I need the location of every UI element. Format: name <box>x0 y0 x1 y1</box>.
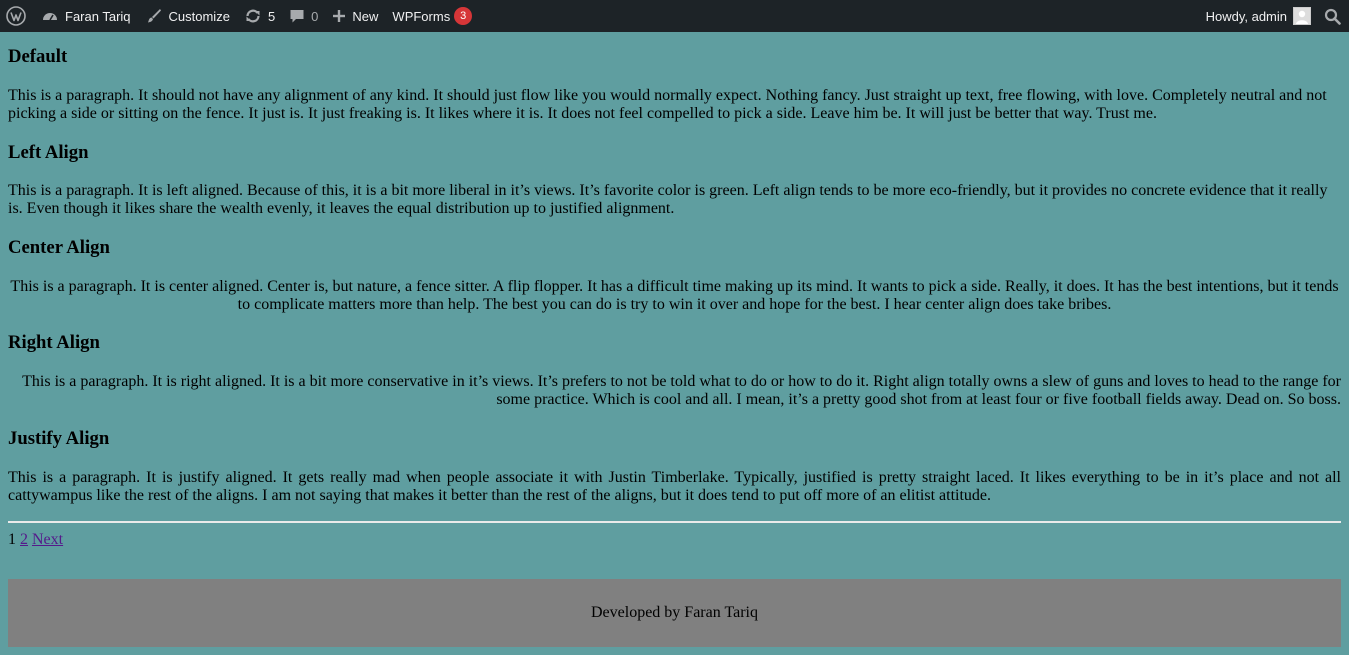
wpforms-notification-badge: 3 <box>454 7 473 25</box>
comment-icon <box>290 10 304 23</box>
admin-bar: Faran Tariq Customize 5 0 New WPForms 3 … <box>0 0 1349 32</box>
wordpress-logo-icon <box>6 6 26 26</box>
comments-link[interactable]: 0 <box>282 0 325 32</box>
account-menu[interactable]: Howdy, admin <box>1199 0 1318 32</box>
section-heading-justify-align: Justify Align <box>8 428 110 449</box>
plus-icon <box>333 10 346 22</box>
new-content-menu[interactable]: New <box>325 0 385 32</box>
section-heading-right-align: Right Align <box>8 332 100 353</box>
customize-label: Customize <box>168 8 230 24</box>
paragraph-center-align: This is a paragraph. It is center aligne… <box>10 278 1339 313</box>
updates-icon <box>246 9 260 23</box>
customize-link[interactable]: Customize <box>138 0 237 32</box>
brush-icon <box>147 9 161 23</box>
footer-text: Developed by Faran Tariq <box>591 604 758 621</box>
updates-link[interactable]: 5 <box>237 0 282 32</box>
wordpress-menu[interactable] <box>0 0 34 32</box>
site-name-menu[interactable]: Faran Tariq <box>34 0 138 32</box>
pagination-page-2-link[interactable]: 2 <box>20 531 28 548</box>
search-toggle[interactable] <box>1318 0 1349 32</box>
wpforms-label: WPForms <box>392 8 451 24</box>
admin-bar-left: Faran Tariq Customize 5 0 New WPForms 3 <box>0 0 479 32</box>
new-label: New <box>352 8 379 24</box>
admin-bar-right: Howdy, admin <box>1199 0 1349 32</box>
section-heading-default: Default <box>8 46 68 67</box>
horizontal-divider <box>8 521 1341 523</box>
howdy-label: Howdy, admin <box>1205 8 1287 24</box>
pagination-current-page: 1 <box>8 531 16 548</box>
section-heading-center-align: Center Align <box>8 237 110 258</box>
wpforms-menu[interactable]: WPForms 3 <box>385 0 479 32</box>
updates-count: 5 <box>267 8 276 24</box>
avatar <box>1293 7 1311 25</box>
pagination: 1 2 Next <box>8 531 63 549</box>
dashboard-icon <box>43 13 57 21</box>
comments-count: 0 <box>311 8 319 24</box>
avatar-silhouette-icon <box>1296 10 1308 24</box>
site-name: Faran Tariq <box>65 8 131 24</box>
paragraph-left-align: This is a paragraph. It is left aligned.… <box>8 182 1328 217</box>
paragraph-justify-align: This is a paragraph. It is justify align… <box>8 469 1341 504</box>
paragraph-right-align: This is a paragraph. It is right aligned… <box>22 373 1341 408</box>
paragraph-default: This is a paragraph. It should not have … <box>8 87 1327 122</box>
search-icon <box>1324 8 1341 25</box>
site-footer: Developed by Faran Tariq <box>8 579 1341 647</box>
section-heading-left-align: Left Align <box>8 142 89 163</box>
pagination-next-link[interactable]: Next <box>32 531 63 548</box>
